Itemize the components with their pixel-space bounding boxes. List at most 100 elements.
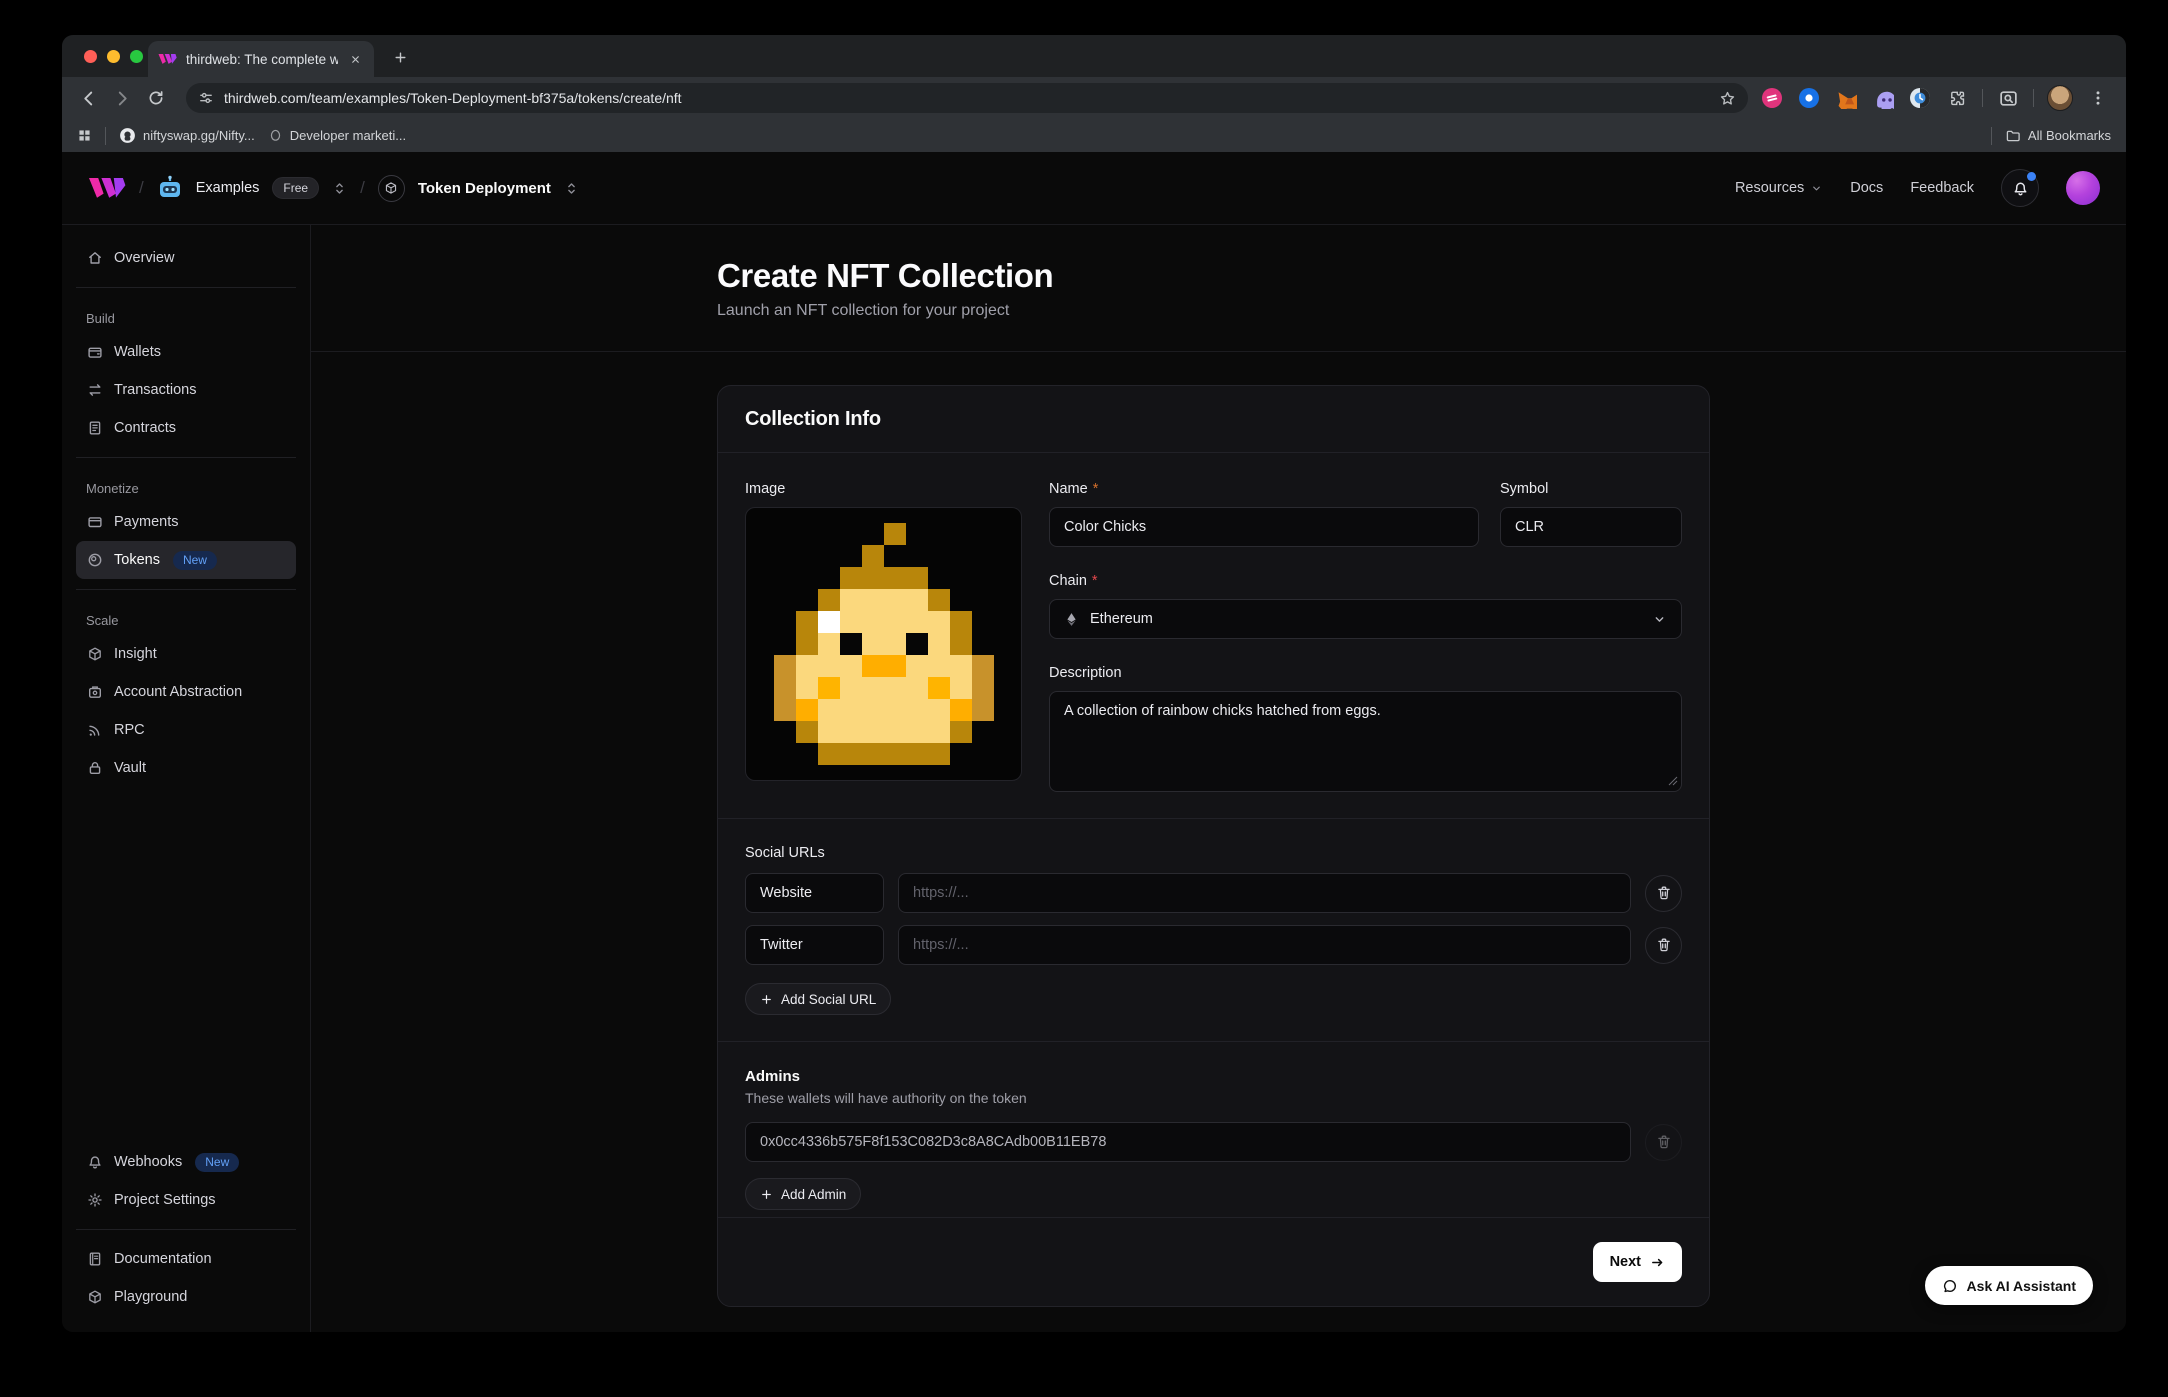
project-switcher-icon[interactable] — [564, 181, 579, 196]
page-title: Create NFT Collection — [717, 257, 2126, 295]
project-name[interactable]: Token Deployment — [418, 180, 551, 197]
new-tab-button[interactable] — [388, 45, 413, 70]
thirdweb-logo[interactable] — [88, 177, 126, 199]
minimize-window-button[interactable] — [107, 50, 120, 63]
sidebar-item-account-abstraction[interactable]: Account Abstraction — [76, 673, 296, 711]
admins-title: Admins — [745, 1068, 1682, 1085]
sidebar-item-rpc[interactable]: RPC — [76, 711, 296, 749]
token-icon — [86, 552, 103, 568]
collection-info-card: Collection Info Image — [717, 385, 1710, 1307]
section-divider — [718, 1041, 1709, 1042]
symbol-input[interactable] — [1500, 507, 1682, 547]
url-text: thirdweb.com/team/examples/Token-Deploym… — [224, 90, 1709, 106]
contract-icon — [86, 420, 103, 436]
resize-grip-icon[interactable] — [1668, 776, 1678, 786]
social-platform-input[interactable] — [745, 925, 884, 965]
browser-tab[interactable]: thirdweb: The complete web3 — [148, 41, 374, 77]
browser-profile-avatar[interactable] — [2047, 85, 2073, 111]
team-name[interactable]: Examples — [196, 180, 260, 196]
sidebar-item-webhooks[interactable]: Webhooks New — [76, 1143, 296, 1181]
forward-icon[interactable] — [108, 84, 136, 112]
documentation-icon — [86, 1251, 103, 1267]
bookmarks-divider — [1991, 127, 1992, 145]
nav-feedback[interactable]: Feedback — [1910, 180, 1974, 196]
close-window-button[interactable] — [84, 50, 97, 63]
browser-window: thirdweb: The complete web3 thirdweb.com… — [62, 35, 2126, 1332]
extension-blue-icon[interactable] — [1797, 86, 1821, 110]
zoom-window-button[interactable] — [130, 50, 143, 63]
sidebar-item-project-settings[interactable]: Project Settings — [76, 1181, 296, 1219]
new-badge: New — [195, 1153, 239, 1172]
vault-icon — [86, 760, 103, 776]
social-url-input[interactable] — [898, 925, 1631, 965]
required-asterisk: * — [1092, 573, 1098, 589]
apps-grid-icon[interactable] — [77, 128, 92, 143]
notifications-button[interactable] — [2001, 169, 2039, 207]
ethereum-icon — [1064, 612, 1079, 627]
all-bookmarks-button[interactable]: All Bookmarks — [2005, 128, 2111, 144]
wallet-icon — [86, 344, 103, 360]
toolbar-divider — [1982, 89, 1983, 107]
sidebar-item-transactions[interactable]: Transactions — [76, 371, 296, 409]
rpc-icon — [86, 722, 103, 738]
extensions-row — [1760, 85, 2114, 111]
nav-docs[interactable]: Docs — [1850, 180, 1883, 196]
delete-social-url-button[interactable] — [1645, 927, 1682, 964]
bookmark-item[interactable]: niftyswap.gg/Nifty... — [119, 127, 255, 144]
back-icon[interactable] — [74, 84, 102, 112]
header-nav: Resources Docs Feedback — [1735, 169, 2100, 207]
sidebar-item-payments[interactable]: Payments — [76, 503, 296, 541]
browser-menu-icon[interactable] — [2086, 86, 2110, 110]
bookmark-item[interactable]: Developer marketi... — [268, 128, 406, 143]
site-info-icon[interactable] — [198, 90, 214, 106]
extension-pink-icon[interactable] — [1760, 86, 1784, 110]
webhook-bell-icon — [86, 1154, 103, 1170]
notification-dot — [2027, 172, 2036, 181]
sidebar-divider — [76, 1229, 296, 1230]
plus-icon — [760, 1188, 773, 1201]
admin-address-input[interactable] — [745, 1122, 1631, 1162]
card-footer: Next — [718, 1217, 1709, 1306]
nav-resources[interactable]: Resources — [1735, 180, 1823, 196]
project-icon — [378, 175, 405, 202]
tab-search-icon[interactable] — [1996, 86, 2020, 110]
plan-badge: Free — [272, 177, 319, 199]
delete-social-url-button[interactable] — [1645, 875, 1682, 912]
breadcrumb-separator: / — [139, 178, 144, 198]
chain-select[interactable]: Ethereum — [1049, 599, 1682, 639]
sidebar-item-tokens[interactable]: Tokens New — [76, 541, 296, 579]
sidebar-divider — [76, 589, 296, 590]
phantom-icon[interactable] — [1871, 86, 1895, 110]
tab-close-icon[interactable] — [347, 51, 364, 68]
sidebar-item-insight[interactable]: Insight — [76, 635, 296, 673]
sidebar-item-overview[interactable]: Overview — [76, 239, 296, 277]
user-avatar[interactable] — [2066, 171, 2100, 205]
sidebar-item-playground[interactable]: Playground — [76, 1278, 296, 1316]
sidebar-item-wallets[interactable]: Wallets — [76, 333, 296, 371]
sidebar-item-contracts[interactable]: Contracts — [76, 409, 296, 447]
thirdweb-favicon — [158, 53, 177, 65]
sidebar-item-vault[interactable]: Vault — [76, 749, 296, 787]
collection-image-upload[interactable] — [745, 507, 1022, 781]
social-platform-input[interactable] — [745, 873, 884, 913]
sidebar-item-documentation[interactable]: Documentation — [76, 1240, 296, 1278]
egg-icon — [268, 128, 283, 143]
insight-icon — [86, 646, 103, 662]
image-label: Image — [745, 481, 1022, 497]
metamask-icon[interactable] — [1834, 86, 1858, 110]
card-header: Collection Info — [718, 386, 1709, 453]
url-bar[interactable]: thirdweb.com/team/examples/Token-Deploym… — [186, 83, 1748, 113]
name-input[interactable] — [1049, 507, 1479, 547]
team-switcher-icon[interactable] — [332, 181, 347, 196]
sidebar-bottom: Webhooks New Project Settings Documentat… — [76, 1143, 296, 1316]
ask-ai-assistant-button[interactable]: Ask AI Assistant — [1925, 1266, 2093, 1305]
add-social-url-button[interactable]: Add Social URL — [745, 983, 891, 1015]
bookmark-star-icon[interactable] — [1719, 90, 1736, 107]
next-button[interactable]: Next — [1593, 1242, 1682, 1282]
refresh-icon[interactable] — [142, 84, 170, 112]
description-textarea[interactable] — [1049, 691, 1682, 792]
add-admin-button[interactable]: Add Admin — [745, 1178, 861, 1210]
social-url-input[interactable] — [898, 873, 1631, 913]
extension-clock-icon[interactable] — [1908, 86, 1932, 110]
extensions-puzzle-icon[interactable] — [1945, 86, 1969, 110]
